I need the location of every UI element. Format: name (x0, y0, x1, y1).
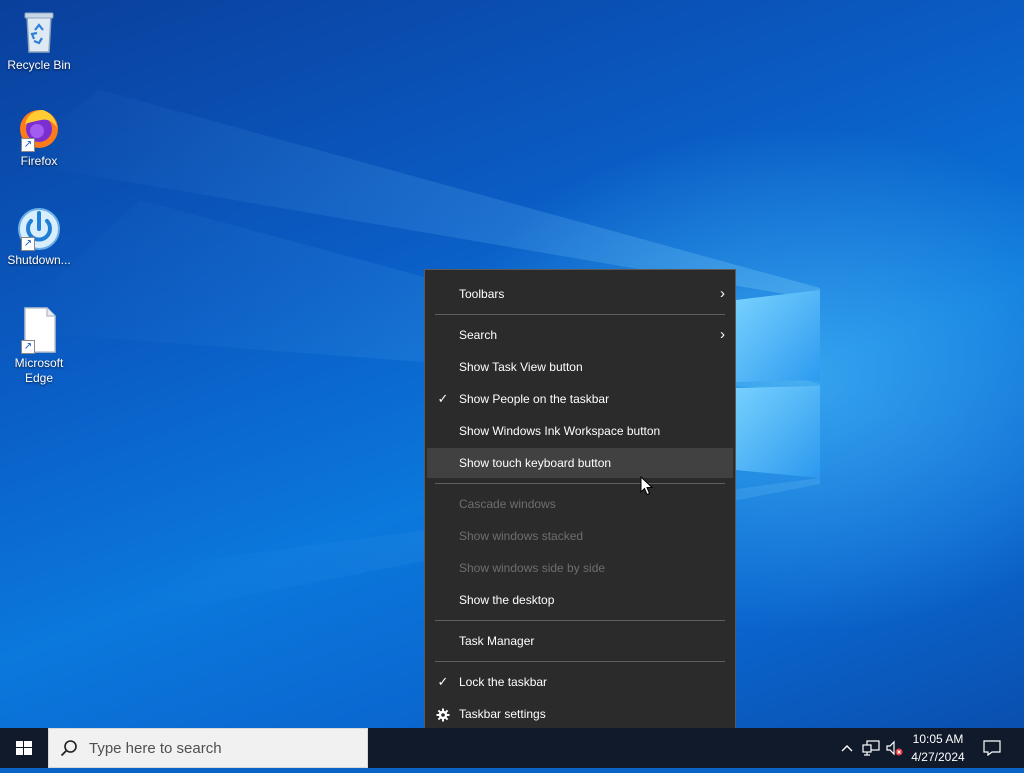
desktop-icon-label: Edge (24, 371, 54, 385)
menu-item-label: Lock the taskbar (459, 675, 548, 689)
power-icon: ↗ (15, 203, 63, 251)
menu-item-show-task-view-button[interactable]: Show Task View button (427, 352, 733, 382)
menu-item-taskbar-settings[interactable]: Taskbar settings (427, 699, 733, 728)
desktop-icon-label: Microsoft (14, 356, 64, 370)
menu-item-show-people[interactable]: ✓ Show People on the taskbar (427, 384, 733, 414)
menu-separator (435, 661, 725, 662)
menu-separator (435, 483, 725, 484)
menu-item-search[interactable]: Search › (427, 320, 733, 350)
submenu-chevron-icon: › (720, 326, 725, 343)
menu-item-show-windows-stacked[interactable]: Show windows stacked (427, 521, 733, 551)
submenu-chevron-icon: › (720, 285, 725, 302)
desktop-icon-microsoft-edge[interactable]: ↗ Microsoft Edge (4, 306, 74, 386)
gear-icon (435, 699, 451, 728)
menu-item-cascade-windows[interactable]: Cascade windows (427, 489, 733, 519)
check-icon: ✓ (437, 674, 449, 689)
chevron-up-icon[interactable] (838, 728, 856, 768)
menu-item-label: Show People on the taskbar (459, 392, 610, 406)
menu-item-toolbars[interactable]: Toolbars › (427, 279, 733, 309)
menu-item-label: Show Task View button (459, 360, 583, 374)
shortcut-arrow-icon: ↗ (21, 237, 35, 251)
menu-item-label: Show windows side by side (459, 561, 606, 575)
start-button[interactable] (0, 728, 48, 768)
taskbar-search-box[interactable]: Type here to search (48, 728, 368, 768)
taskbar: Type here to search 10:05 AM 4/27/2024 (0, 728, 1024, 768)
menu-item-show-windows-side-by-side[interactable]: Show windows side by side (427, 553, 733, 583)
menu-item-label: Search (459, 328, 498, 342)
shortcut-arrow-icon: ↗ (21, 138, 35, 152)
menu-item-label: Toolbars (459, 287, 505, 301)
recycle-bin-icon (15, 8, 63, 56)
menu-separator (435, 620, 725, 621)
check-icon: ✓ (437, 391, 449, 406)
menu-item-label: Show touch keyboard button (459, 456, 612, 470)
menu-item-label: Show the desktop (459, 593, 555, 607)
menu-item-label: Taskbar settings (459, 707, 546, 721)
desktop-icon-shutdown[interactable]: ↗ Shutdown... (4, 203, 74, 268)
search-icon (60, 740, 77, 757)
clock-date: 4/27/2024 (911, 750, 965, 764)
menu-item-label: Cascade windows (459, 497, 556, 511)
desktop-icon-recycle-bin[interactable]: Recycle Bin (4, 8, 74, 73)
notification-icon[interactable] (980, 728, 1004, 768)
volume-muted-icon[interactable] (884, 728, 906, 768)
menu-item-show-ink-workspace[interactable]: Show Windows Ink Workspace button (427, 416, 733, 446)
menu-separator (435, 314, 725, 315)
menu-item-show-desktop[interactable]: Show the desktop (427, 585, 733, 615)
firefox-icon: ↗ (15, 104, 63, 152)
shortcut-arrow-icon: ↗ (21, 340, 35, 354)
desktop-background[interactable]: Recycle Bin ↗ Firefox ↗ Shutdown... ↗ Mi… (0, 0, 1024, 728)
menu-item-label: Show Windows Ink Workspace button (459, 424, 661, 438)
desktop-icon-firefox[interactable]: ↗ Firefox (4, 104, 74, 169)
desktop-icon-label: Shutdown... (7, 253, 71, 267)
document-icon: ↗ (15, 306, 63, 354)
network-icon[interactable] (860, 728, 882, 768)
menu-item-lock-taskbar[interactable]: ✓ Lock the taskbar (427, 667, 733, 697)
menu-item-task-manager[interactable]: Task Manager (427, 626, 733, 656)
desktop-icon-label: Recycle Bin (7, 58, 71, 72)
taskbar-clock[interactable]: 10:05 AM 4/27/2024 (906, 730, 970, 766)
menu-item-label: Show windows stacked (459, 529, 584, 543)
clock-time: 10:05 AM (912, 732, 964, 746)
menu-item-show-touch-keyboard[interactable]: Show touch keyboard button (427, 448, 733, 478)
taskbar-context-menu: Toolbars › Search › Show Task View butto… (424, 269, 736, 728)
menu-item-label: Task Manager (459, 634, 535, 648)
mouse-cursor-icon (640, 476, 654, 496)
windows-logo-icon (16, 741, 32, 755)
desktop-icon-label: Firefox (20, 154, 58, 168)
search-placeholder: Type here to search (89, 740, 222, 757)
